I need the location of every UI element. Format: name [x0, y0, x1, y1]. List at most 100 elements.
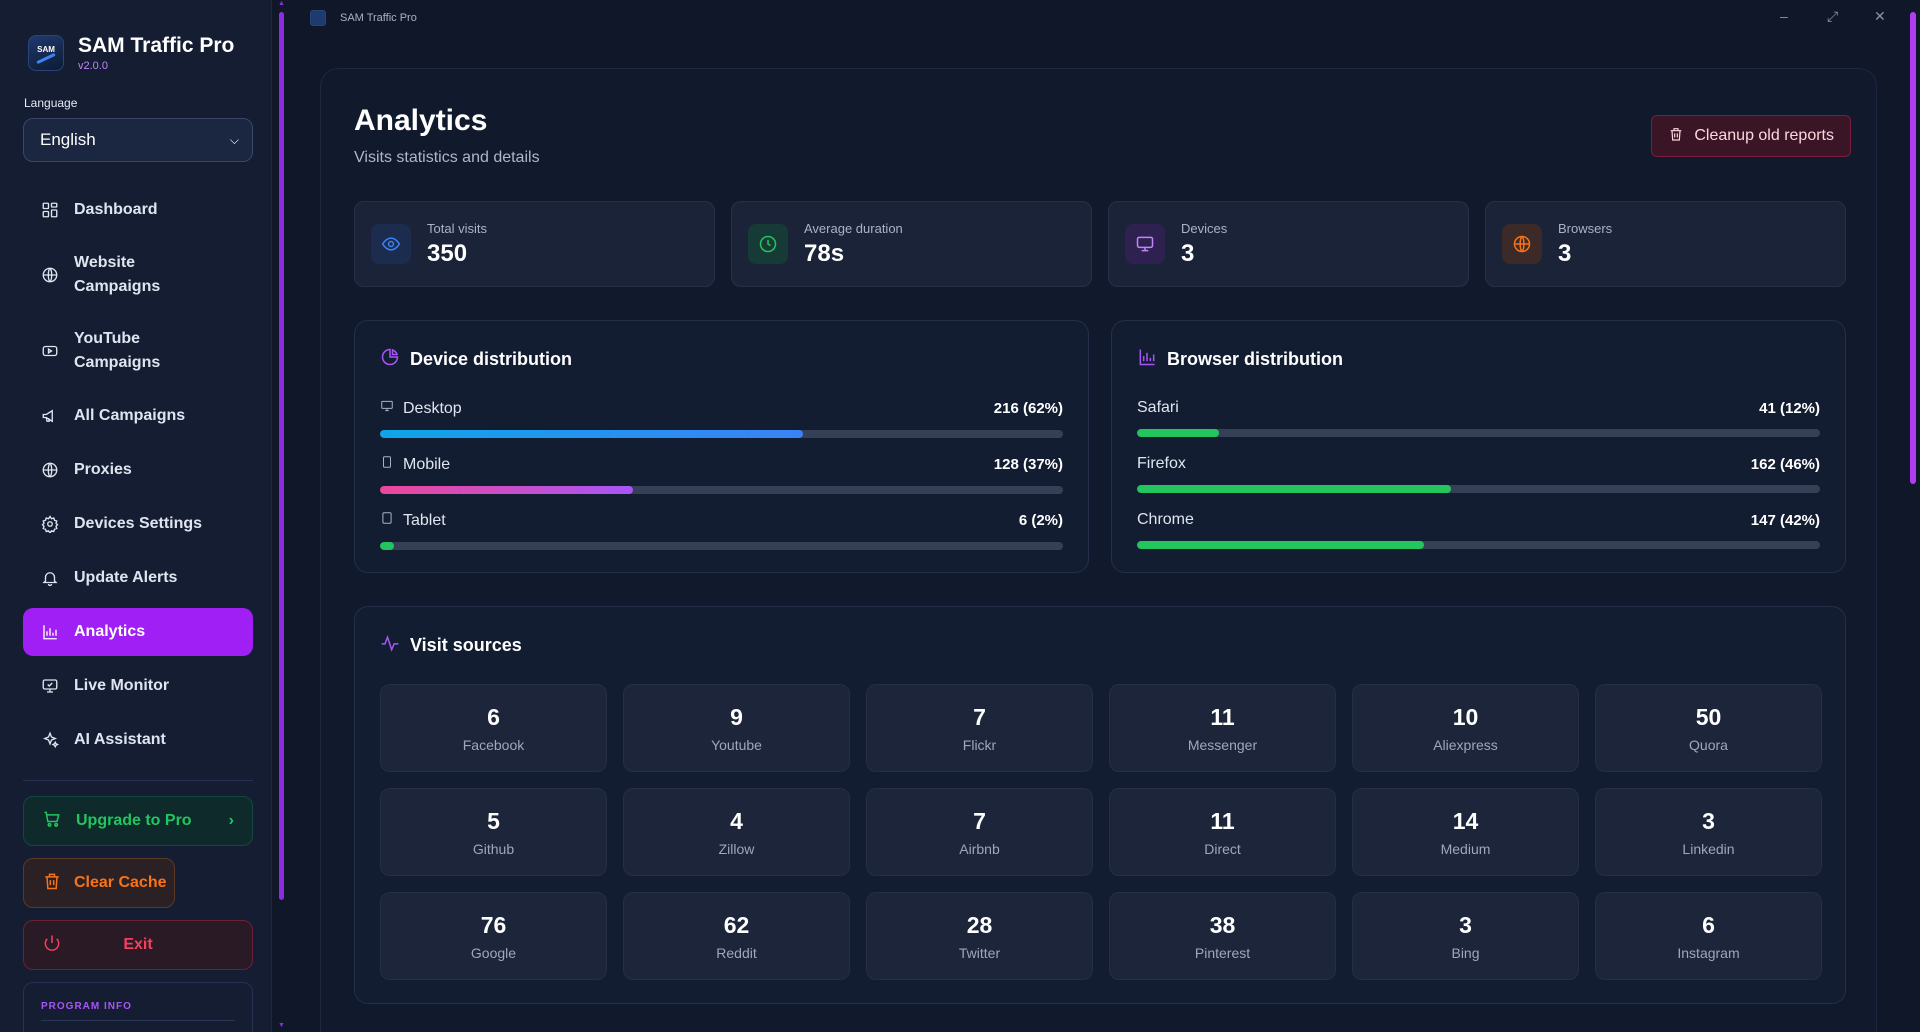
trash-icon — [1668, 126, 1684, 147]
progress-fill — [1137, 541, 1424, 549]
nav-label: Devices Settings — [74, 515, 203, 532]
device-value: 6 (2%) — [1018, 512, 1063, 529]
exit-button[interactable]: Exit — [23, 920, 253, 970]
browser-row-firefox: Firefox 162 (46%) — [1137, 455, 1820, 493]
nav-item-website-campaigns[interactable]: Website Campaigns — [23, 240, 253, 310]
source-label: Facebook — [462, 736, 525, 753]
language-select[interactable]: English ⌵ — [23, 118, 253, 162]
device-distribution-title: Device distribution — [410, 349, 573, 369]
program-info-label: PROGRAM INFO — [41, 1001, 132, 1012]
source-tile: 9 Youtube — [623, 684, 850, 772]
nav-item-dashboard[interactable]: Dashboard — [23, 186, 253, 234]
nav-label: Update Alerts — [74, 569, 178, 586]
browser-value: 41 (12%) — [1759, 399, 1820, 417]
nav-item-live-monitor[interactable]: Live Monitor — [23, 662, 253, 710]
source-label: Instagram — [1677, 944, 1740, 961]
source-label: Zillow — [718, 840, 755, 857]
gear-icon — [40, 514, 60, 534]
source-label: Github — [472, 840, 515, 857]
progress-track — [380, 542, 1063, 550]
program-info-panel: PROGRAM INFO — [23, 982, 253, 1032]
chevron-down-icon: ⌵ — [229, 132, 239, 147]
analytics-panel: Analytics Visits statistics and details … — [320, 68, 1877, 1032]
language-label: Language — [24, 96, 78, 110]
source-label: Direct — [1204, 840, 1241, 857]
progress-track — [1137, 541, 1820, 549]
clear-cache-button[interactable]: Clear Cache — [23, 858, 175, 908]
megaphone-icon — [40, 406, 60, 426]
brand: SAM SAM Traffic Pro v2.0.0 — [0, 0, 271, 82]
stat-label: Browsers — [1558, 220, 1613, 236]
browser-distribution-title: Browser distribution — [1167, 349, 1344, 369]
source-count: 7 — [973, 807, 986, 834]
nav-label: Live Monitor — [74, 677, 170, 694]
stat-value: 350 — [427, 239, 468, 267]
source-count: 3 — [1702, 807, 1715, 834]
nav-item-all-campaigns[interactable]: All Campaigns — [23, 392, 253, 440]
nav-item-ai-assistant[interactable]: AI Assistant — [23, 716, 253, 764]
main-scrollbar[interactable] — [1910, 12, 1916, 484]
source-tile: 10 Aliexpress — [1352, 684, 1579, 772]
stat-value: 3 — [1181, 239, 1195, 267]
eye-icon — [371, 224, 411, 264]
source-count: 62 — [723, 911, 750, 938]
cleanup-reports-button[interactable]: Cleanup old reports — [1651, 115, 1851, 157]
stat-label: Devices — [1181, 220, 1228, 236]
source-label: Airbnb — [959, 840, 1000, 857]
source-count: 76 — [480, 911, 507, 938]
chevron-right-icon: › — [228, 812, 234, 829]
device-row-desktop: Desktop 216 (62%) — [380, 399, 1063, 438]
progress-fill — [380, 542, 394, 550]
clock-icon — [748, 224, 788, 264]
source-tile: 11 Direct — [1109, 788, 1336, 876]
scroll-up-arrow[interactable]: ▲ — [278, 0, 285, 7]
source-tile: 6 Instagram — [1595, 892, 1822, 980]
restore-icon[interactable]: ⤢ — [1827, 8, 1838, 25]
device-name: Tablet — [403, 511, 446, 529]
stat-card-browsers: Browsers 3 — [1485, 201, 1846, 287]
upgrade-label: Upgrade to Pro — [76, 812, 192, 829]
pie-chart-icon — [380, 347, 400, 372]
device-name: Mobile — [403, 455, 451, 473]
source-label: Medium — [1440, 840, 1491, 857]
app-title: SAM Traffic Pro — [78, 34, 235, 57]
sidebar: SAM SAM Traffic Pro v2.0.0 Language Engl… — [0, 0, 272, 1032]
progress-track — [1137, 429, 1820, 437]
progress-track — [380, 430, 1063, 438]
stat-label: Average duration — [804, 220, 903, 236]
nav-item-analytics[interactable]: Analytics — [23, 608, 253, 656]
cleanup-label: Cleanup old reports — [1694, 127, 1834, 144]
activity-icon — [380, 633, 400, 658]
source-count: 6 — [487, 703, 500, 730]
upgrade-button[interactable]: Upgrade to Pro › — [23, 796, 253, 846]
source-count: 50 — [1695, 703, 1722, 730]
bar-chart-icon — [1137, 347, 1157, 372]
nav-item-proxies[interactable]: Proxies — [23, 446, 253, 494]
progress-fill — [380, 430, 804, 438]
source-count: 4 — [730, 807, 743, 834]
stat-label: Total visits — [427, 220, 487, 236]
app-logo: SAM — [28, 35, 64, 71]
globe-icon — [40, 460, 60, 480]
nav-menu: Dashboard Website Campaigns YouTube Camp… — [0, 186, 271, 764]
minimize-icon[interactable]: – — [1780, 8, 1788, 24]
source-count: 11 — [1210, 807, 1235, 834]
nav-item-youtube-campaigns[interactable]: YouTube Campaigns — [23, 316, 253, 386]
nav-item-devices-settings[interactable]: Devices Settings — [23, 500, 253, 548]
browser-name: Chrome — [1137, 511, 1194, 528]
source-tile: 3 Bing — [1352, 892, 1579, 980]
scroll-down-arrow[interactable]: ▼ — [278, 1022, 285, 1029]
browser-value: 147 (42%) — [1750, 511, 1820, 529]
nav-label: Analytics — [74, 623, 146, 640]
page-subtitle: Visits statistics and details — [354, 149, 540, 166]
progress-fill — [1137, 485, 1452, 493]
close-icon[interactable]: ✕ — [1874, 8, 1886, 25]
stat-value: 3 — [1558, 239, 1572, 267]
source-count: 10 — [1452, 703, 1479, 730]
browser-name: Safari — [1137, 399, 1179, 416]
nav-item-update-alerts[interactable]: Update Alerts — [23, 554, 253, 602]
youtube-icon — [40, 341, 60, 361]
sidebar-scrollbar[interactable] — [279, 12, 284, 900]
source-count: 28 — [966, 911, 993, 938]
source-label: Quora — [1689, 736, 1728, 753]
